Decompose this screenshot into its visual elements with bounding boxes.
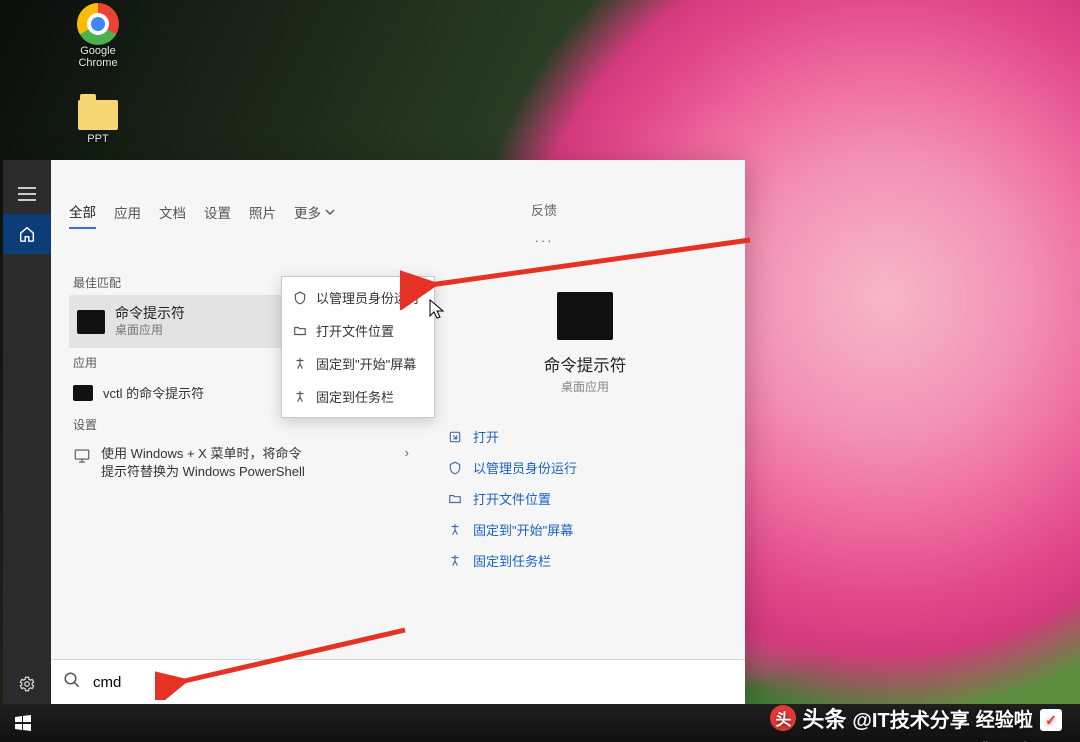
pin-taskbar-icon: [292, 389, 308, 405]
search-input[interactable]: [91, 673, 733, 692]
watermark-prefix: 头条: [802, 702, 846, 734]
cmd-thumb-icon: [77, 310, 105, 334]
pin-start-icon: [292, 356, 308, 372]
monitor-icon: [73, 447, 91, 465]
context-menu: 以管理员身份运行 打开文件位置 固定到"开始"屏幕 固定到任务栏: [281, 276, 435, 418]
folder-icon: [77, 91, 119, 133]
setting-result-powershell[interactable]: 使用 Windows + X 菜单时，将命令 提示符替换为 Windows Po…: [69, 437, 417, 488]
best-match-title: 命令提示符: [115, 305, 185, 321]
chevron-right-icon: ›: [405, 445, 409, 460]
chrome-shortcut[interactable]: Google Chrome: [62, 3, 134, 69]
chevron-down-icon: [325, 207, 335, 217]
action-run-admin[interactable]: 以管理员身份运行: [445, 452, 579, 483]
preview-card: 命令提示符 桌面应用: [544, 292, 627, 395]
toutiao-logo-icon: 头: [770, 705, 796, 731]
action-pin-taskbar[interactable]: 固定到任务栏: [445, 545, 553, 576]
preview-subtitle: 桌面应用: [544, 378, 627, 395]
setting-line2: 提示符替换为 Windows PowerShell: [101, 464, 305, 479]
start-button[interactable]: [3, 704, 43, 742]
watermark-site: jingyanla.com: [983, 739, 1063, 742]
action-admin-label: 以管理员身份运行: [473, 458, 577, 477]
rail-settings-button[interactable]: [3, 664, 51, 704]
action-pinstart-label: 固定到"开始"屏幕: [473, 520, 573, 539]
rail-expand-button[interactable]: [3, 174, 51, 214]
admin-run-icon: [447, 460, 463, 476]
search-tabs: 全部 应用 文档 设置 照片 更多 反馈 ···: [51, 160, 745, 264]
cmd-mini-icon: [73, 385, 93, 401]
action-location-label: 打开文件位置: [473, 489, 551, 508]
tab-photos[interactable]: 照片: [249, 202, 276, 228]
search-rail: [3, 160, 51, 704]
desktop-icons-area: Google Chrome PPT: [62, 3, 134, 145]
action-open-label: 打开: [473, 427, 499, 446]
admin-run-icon: [292, 290, 308, 306]
search-input-bar[interactable]: [51, 659, 745, 704]
ctx-pin-start[interactable]: 固定到"开始"屏幕: [282, 347, 434, 380]
app-result-label: vctl 的命令提示符: [103, 383, 204, 402]
action-open-location[interactable]: 打开文件位置: [445, 483, 553, 514]
best-match-subtitle: 桌面应用: [115, 321, 185, 338]
watermark-site-prefix: 经验啦: [976, 710, 1033, 731]
tab-apps[interactable]: 应用: [114, 202, 141, 228]
watermark-handle: @IT技术分享: [852, 704, 969, 733]
action-pin-start[interactable]: 固定到"开始"屏幕: [445, 514, 575, 545]
ppt-folder-shortcut[interactable]: PPT: [62, 91, 134, 145]
section-settings: 设置: [73, 416, 417, 433]
search-icon: [63, 671, 81, 693]
tab-documents[interactable]: 文档: [159, 202, 186, 228]
action-open[interactable]: 打开: [445, 421, 501, 452]
ctx-admin-label: 以管理员身份运行: [316, 288, 420, 307]
setting-line1: 使用 Windows + X 菜单时，将命令: [101, 446, 301, 461]
ctx-run-admin[interactable]: 以管理员身份运行: [282, 281, 434, 314]
ctx-pintaskbar-label: 固定到任务栏: [316, 387, 394, 406]
feedback-link[interactable]: 反馈: [531, 200, 557, 219]
tab-more-label: 更多: [294, 202, 321, 222]
chrome-label: Google Chrome: [62, 45, 134, 69]
preview-thumb-icon: [557, 292, 613, 340]
pin-taskbar-icon: [447, 553, 463, 569]
watermark: 头 头条 @IT技术分享 经验啦 ✓ jingyanla.com: [770, 702, 1062, 734]
rail-home-button[interactable]: [3, 214, 51, 254]
folder-location-icon: [447, 491, 463, 507]
tab-settings[interactable]: 设置: [204, 202, 231, 228]
ctx-open-location[interactable]: 打开文件位置: [282, 314, 434, 347]
preview-column: 命令提示符 桌面应用 打开 以管理员身份运行 打开文件位置 固定到": [417, 264, 745, 659]
ctx-pinstart-label: 固定到"开始"屏幕: [316, 354, 416, 373]
preview-title: 命令提示符: [544, 352, 627, 376]
ctx-location-label: 打开文件位置: [316, 321, 394, 340]
search-panel: 全部 应用 文档 设置 照片 更多 反馈 ··· 最佳匹配 命令提示符: [51, 160, 745, 704]
pin-start-icon: [447, 522, 463, 538]
folder-location-icon: [292, 323, 308, 339]
search-window: 全部 应用 文档 设置 照片 更多 反馈 ··· 最佳匹配 命令提示符: [3, 160, 745, 704]
open-icon: [447, 429, 463, 445]
check-badge-icon: ✓: [1040, 709, 1062, 731]
tab-more[interactable]: 更多: [294, 202, 335, 228]
ppt-label: PPT: [87, 133, 108, 145]
tab-all[interactable]: 全部: [69, 201, 96, 229]
chrome-icon: [77, 3, 119, 45]
overflow-button[interactable]: ···: [535, 233, 554, 248]
action-pintaskbar-label: 固定到任务栏: [473, 551, 551, 570]
ctx-pin-taskbar[interactable]: 固定到任务栏: [282, 380, 434, 413]
